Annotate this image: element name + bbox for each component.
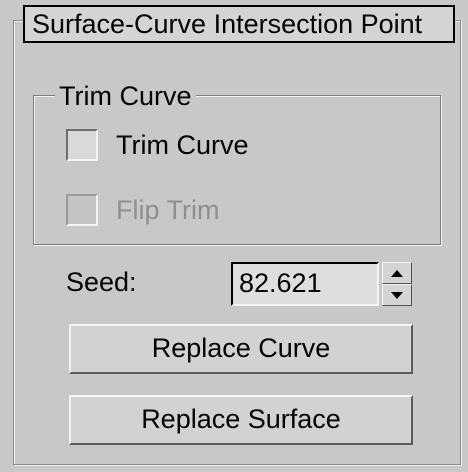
seed-label: Seed: bbox=[66, 267, 137, 297]
flip-trim-checkbox[interactable] bbox=[66, 194, 98, 226]
seed-spinner bbox=[382, 262, 412, 306]
seed-input[interactable]: 82.621 bbox=[231, 262, 379, 306]
trim-curve-group-label: Trim Curve bbox=[55, 80, 196, 112]
rollout-title[interactable]: Surface-Curve Intersection Point bbox=[23, 5, 455, 43]
trim-curve-label[interactable]: Trim Curve bbox=[116, 129, 249, 161]
replace-surface-button[interactable]: Replace Surface bbox=[69, 395, 413, 445]
trim-curve-checkbox[interactable] bbox=[66, 129, 98, 161]
spinner-up-button[interactable] bbox=[382, 262, 412, 284]
spinner-down-button[interactable] bbox=[382, 284, 412, 306]
flip-trim-label[interactable]: Flip Trim bbox=[116, 194, 220, 226]
spinner-down-icon bbox=[391, 291, 403, 299]
replace-curve-button[interactable]: Replace Curve bbox=[69, 324, 413, 374]
spinner-up-icon bbox=[391, 269, 403, 277]
